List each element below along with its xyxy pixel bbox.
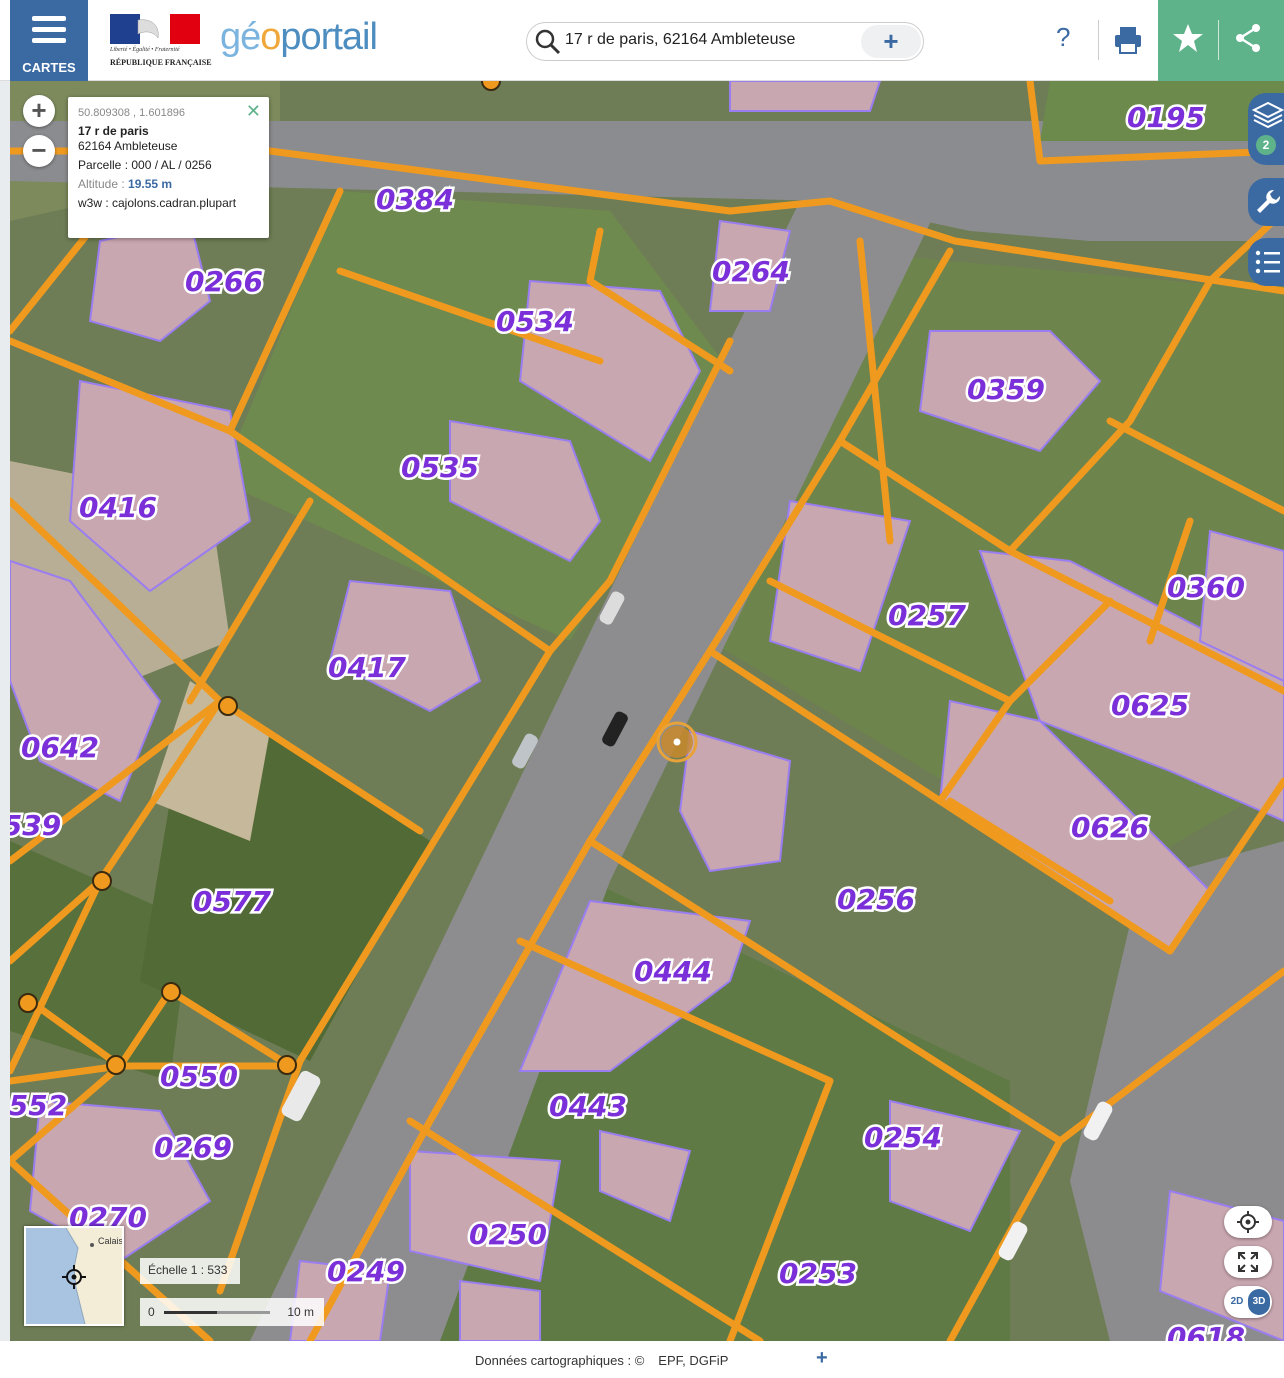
rf-name: RÉPUBLIQUE FRANÇAISE <box>110 58 212 67</box>
parcel-label: 0264 <box>712 255 790 288</box>
fullscreen-icon <box>1238 1252 1258 1272</box>
parcel-label: 0257 <box>888 599 966 632</box>
layers-button[interactable]: 2 <box>1248 93 1284 165</box>
attribution-expand-button[interactable]: + <box>816 1347 828 1370</box>
parcel-label: 0195 <box>1127 101 1205 134</box>
parcel-label: 0626 <box>1071 811 1149 844</box>
header: CARTES Liberté • Égalité • Fraternité RÉ… <box>0 0 1284 81</box>
target-icon <box>1237 1211 1259 1233</box>
star-icon[interactable] <box>1172 22 1204 54</box>
list-icon <box>1255 250 1280 274</box>
popup-coords: 50.809308 , 1.601896 <box>78 107 186 119</box>
parcel-label: 0625 <box>1111 689 1189 722</box>
fullscreen-button[interactable] <box>1224 1246 1272 1278</box>
layers-count-badge: 2 <box>1256 135 1276 155</box>
geoportail-logo[interactable]: géoportail <box>220 16 378 59</box>
search-input[interactable] <box>565 31 855 49</box>
scale-bar: 0 10 m <box>140 1298 324 1326</box>
share-icon[interactable] <box>1232 22 1264 54</box>
parcel-label: 0618 <box>1167 1321 1245 1341</box>
view-mode-toggle[interactable]: 2D 3D <box>1224 1286 1272 1318</box>
parcel-label: 0444 <box>634 955 712 988</box>
menu-label: CARTES <box>22 60 76 75</box>
scale-ratio: Échelle 1 : 533 <box>140 1258 240 1284</box>
wrench-icon <box>1257 189 1281 213</box>
parcel-label: 0249 <box>327 1255 405 1288</box>
geolocate-button[interactable] <box>1224 1206 1272 1238</box>
layers-icon <box>1251 101 1284 129</box>
parcel-label: 0269 <box>154 1131 232 1164</box>
advanced-search-button[interactable]: + <box>861 25 921 58</box>
attribution: Données cartographiques : © EPF, DGFiP <box>475 1353 729 1368</box>
menu-icon <box>32 16 66 49</box>
parcel-label: 0550 <box>160 1060 238 1093</box>
divider <box>1098 20 1099 60</box>
parcel-label: 0256 <box>837 883 915 916</box>
location-popup: ✕ 50.809308 , 1.601896 17 r de paris 621… <box>68 97 269 238</box>
footer: Données cartographiques : © EPF, DGFiP + <box>0 1341 1284 1378</box>
overview-map[interactable]: Calais <box>24 1226 124 1326</box>
parcel-label: 0577 <box>193 885 271 918</box>
popup-altitude: Altitude : 19.55 m <box>78 177 173 191</box>
cartes-menu-button[interactable]: CARTES <box>10 0 88 81</box>
parcel-label: 0642 <box>21 731 99 764</box>
print-icon[interactable] <box>1112 24 1144 56</box>
favorites-share-panel <box>1158 0 1284 81</box>
search-bar[interactable]: + <box>526 22 924 61</box>
parcel-label: 0535 <box>401 451 479 484</box>
parcel-label: 552 <box>10 1089 67 1122</box>
parcel-label: 0384 <box>376 183 454 216</box>
popup-address-line2: 62164 Ambleteuse <box>78 139 178 153</box>
parcel-label: 0250 <box>469 1218 547 1251</box>
parcel-label: 539 <box>10 809 61 842</box>
parcel-label: 0417 <box>328 651 406 684</box>
rf-motto: Liberté • Égalité • Fraternité <box>110 47 180 53</box>
map-canvas[interactable]: 0195 0384 0264 0266 0534 0359 0535 0416 0360 0257… <box>10 81 1284 1341</box>
parcel-label: 0416 <box>79 491 157 524</box>
close-icon[interactable]: ✕ <box>246 101 261 122</box>
tools-button[interactable] <box>1248 178 1284 226</box>
parcel-label: 0266 <box>185 265 263 298</box>
minimap-place: Calais <box>98 1236 124 1246</box>
zoom-out-button[interactable]: − <box>23 135 55 167</box>
parcel-label: 0359 <box>967 373 1045 406</box>
popup-parcel: Parcelle : 000 / AL / 0256 <box>78 158 212 172</box>
legend-button[interactable] <box>1248 238 1284 286</box>
parcel-label: 0253 <box>779 1257 857 1290</box>
zoom-in-button[interactable]: + <box>23 95 55 127</box>
help-button[interactable]: ? <box>1056 22 1070 53</box>
parcel-label: 0443 <box>549 1090 627 1123</box>
view-2d-button[interactable]: 2D <box>1226 1289 1248 1315</box>
parcel-label: 0534 <box>496 305 574 338</box>
popup-w3w: w3w : cajolons.cadran.plupart <box>78 196 237 210</box>
popup-address-line1: 17 r de paris <box>78 124 149 138</box>
left-edge <box>0 81 10 1378</box>
search-icon[interactable] <box>535 29 561 55</box>
parcel-label: 0254 <box>864 1121 942 1154</box>
view-3d-button[interactable]: 3D <box>1248 1289 1270 1315</box>
parcel-label: 0360 <box>1167 571 1245 604</box>
